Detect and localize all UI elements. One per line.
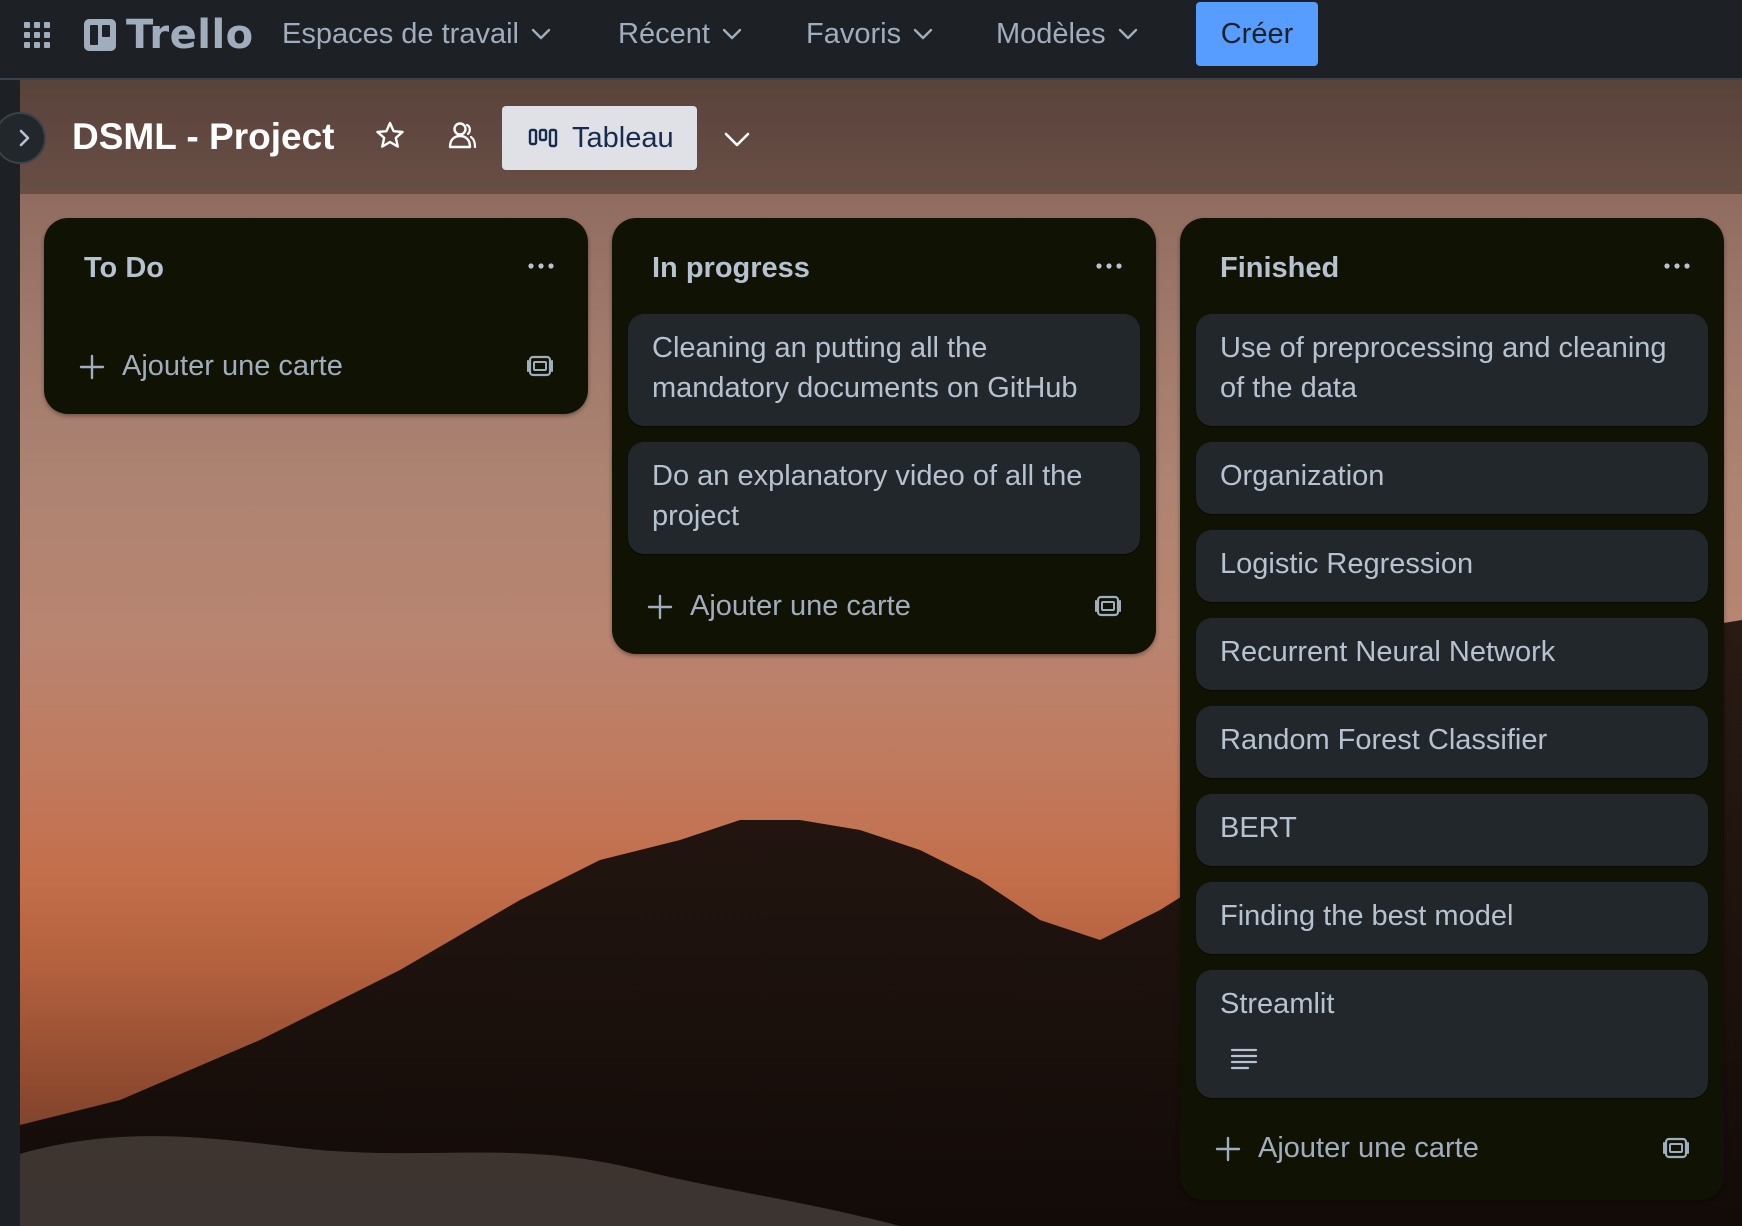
- add-card-button[interactable]: Ajouter une carte: [1214, 1132, 1479, 1165]
- add-card-button[interactable]: Ajouter une carte: [78, 350, 343, 383]
- chevron-right-icon: [19, 129, 30, 147]
- card[interactable]: Logistic Regression: [1196, 530, 1708, 602]
- top-navigation-bar: Trello Espaces de travail Récent Favoris…: [0, 0, 1742, 80]
- list-title[interactable]: Finished: [1220, 252, 1339, 285]
- card-title: Do an explanatory video of all the proje…: [652, 460, 1083, 532]
- plus-icon: [79, 354, 105, 379]
- board-view-button[interactable]: Tableau: [502, 106, 697, 170]
- chevron-down-icon[interactable]: [718, 120, 756, 158]
- more-horizontal-icon[interactable]: [1662, 256, 1692, 276]
- more-horizontal-icon[interactable]: [526, 256, 556, 276]
- card-title: Finding the best model: [1220, 900, 1514, 932]
- create-button[interactable]: Créer: [1196, 2, 1318, 66]
- card-template-icon[interactable]: [1094, 592, 1122, 620]
- more-horizontal-icon[interactable]: [1094, 256, 1124, 276]
- add-card-label: Ajouter une carte: [122, 350, 343, 382]
- card-title: Organization: [1220, 460, 1385, 492]
- recent-menu[interactable]: Récent: [618, 12, 744, 56]
- list-in-progress: In progress Cleaning an putting all the …: [612, 218, 1156, 654]
- left-sidebar-rail: [0, 80, 20, 1226]
- plus-icon: [1215, 1136, 1241, 1161]
- card[interactable]: Streamlit: [1196, 970, 1708, 1098]
- card-template-icon[interactable]: [526, 352, 554, 380]
- workspaces-menu[interactable]: Espaces de travail: [282, 12, 553, 56]
- board-columns-icon: [528, 128, 558, 148]
- chevron-down-icon: [1118, 28, 1137, 40]
- card[interactable]: Random Forest Classifier: [1196, 706, 1708, 778]
- card-title: Recurrent Neural Network: [1220, 636, 1556, 668]
- members-icon[interactable]: [444, 118, 480, 154]
- card-title: Random Forest Classifier: [1220, 724, 1548, 756]
- list-title[interactable]: In progress: [652, 252, 810, 285]
- starred-menu-label: Favoris: [806, 17, 902, 50]
- card-title: Logistic Regression: [1220, 548, 1474, 580]
- workspaces-menu-label: Espaces de travail: [282, 17, 519, 50]
- plus-icon: [647, 594, 673, 619]
- card[interactable]: Finding the best model: [1196, 882, 1708, 954]
- chevron-down-icon: [531, 28, 551, 40]
- templates-menu-label: Modèles: [996, 17, 1106, 50]
- add-card-label: Ajouter une carte: [1258, 1132, 1479, 1164]
- board-title[interactable]: DSML - Project: [72, 116, 334, 158]
- trello-logo[interactable]: Trello: [84, 12, 254, 58]
- templates-menu[interactable]: Modèles: [996, 12, 1140, 56]
- card-template-icon[interactable]: [1662, 1134, 1690, 1162]
- recent-menu-label: Récent: [618, 17, 710, 50]
- card[interactable]: BERT: [1196, 794, 1708, 866]
- card[interactable]: Recurrent Neural Network: [1196, 618, 1708, 690]
- card-title: Use of preprocessing and cleaning of the…: [1220, 332, 1667, 404]
- add-card-label: Ajouter une carte: [690, 590, 911, 622]
- card-title: BERT: [1220, 812, 1297, 844]
- list-to-do: To Do Ajouter une carte: [44, 218, 588, 414]
- add-card-button[interactable]: Ajouter une carte: [646, 590, 911, 623]
- list-finished: Finished Use of preprocessing and cleani…: [1180, 218, 1724, 1200]
- card-title: Cleaning an putting all the mandatory do…: [652, 332, 1078, 404]
- card[interactable]: Organization: [1196, 442, 1708, 514]
- apps-grid-icon[interactable]: [22, 20, 52, 50]
- list-title[interactable]: To Do: [84, 252, 164, 285]
- card[interactable]: Use of preprocessing and cleaning of the…: [1196, 314, 1708, 426]
- card[interactable]: Cleaning an putting all the mandatory do…: [628, 314, 1140, 426]
- star-icon[interactable]: [372, 118, 408, 154]
- chevron-down-icon: [722, 28, 742, 40]
- card[interactable]: Do an explanatory video of all the proje…: [628, 442, 1140, 554]
- starred-menu[interactable]: Favoris: [806, 12, 935, 56]
- board-view-label: Tableau: [572, 121, 674, 154]
- description-icon: [1230, 1048, 1258, 1070]
- trello-logo-mark-icon: [84, 19, 116, 51]
- card-title: Streamlit: [1220, 988, 1335, 1020]
- chevron-down-icon: [913, 28, 933, 40]
- trello-logo-text: Trello: [126, 12, 254, 58]
